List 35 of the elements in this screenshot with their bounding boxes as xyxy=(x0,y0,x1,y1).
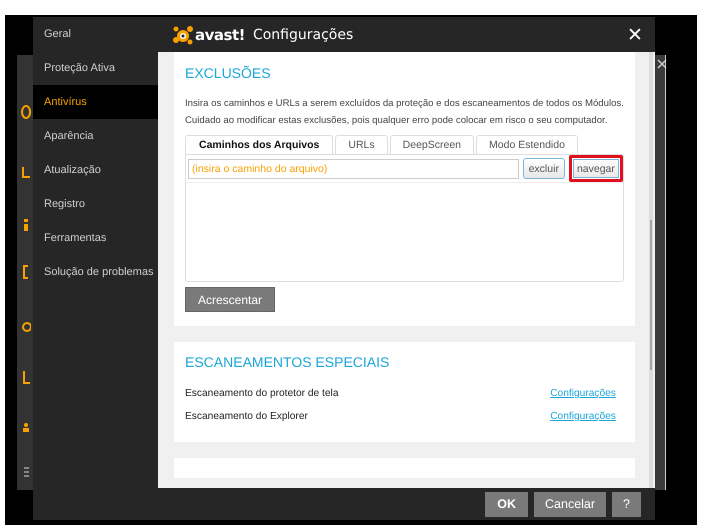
close-button[interactable]: ✕ xyxy=(623,22,647,46)
tab[interactable]: DeepScreen xyxy=(390,135,474,154)
info-icon xyxy=(21,218,31,232)
exclusions-list[interactable]: (insira o caminho do arquivo) excluir navegar xyxy=(185,154,624,282)
sidebar-item[interactable]: Proteção Ativa xyxy=(33,51,158,85)
close-icon[interactable] xyxy=(657,59,667,69)
sidebar-item[interactable]: Aparência xyxy=(33,119,158,153)
logo-icon xyxy=(172,24,194,44)
help-button[interactable]: ? xyxy=(612,492,641,516)
ok-button[interactable]: OK xyxy=(485,492,528,516)
exclude-button[interactable]: excluir xyxy=(522,158,565,179)
scan-label: Escaneamento do protetor de tela xyxy=(185,388,338,399)
tab[interactable]: Modo Estendido xyxy=(476,135,578,154)
tab[interactable]: Caminhos dos Arquivos xyxy=(185,135,334,154)
sidebar-item[interactable]: Geral xyxy=(33,17,158,51)
sidebar-item[interactable]: Antivírus xyxy=(33,85,158,119)
logo-text: avast! xyxy=(195,26,245,44)
browse-button[interactable]: navegar xyxy=(568,155,623,182)
cancel-button[interactable]: Cancelar xyxy=(534,492,606,516)
people-icon xyxy=(21,420,31,434)
sidebar-item[interactable]: Ferramentas xyxy=(33,221,158,255)
sidebar-item[interactable]: Registro xyxy=(33,187,158,221)
description-text: Insira os caminhos e URLs a serem excluídos da proteção e dos escaneamentos de todos os Módulos. xyxy=(185,97,624,111)
tab[interactable]: URLs xyxy=(335,135,388,154)
menu-icon xyxy=(21,465,31,479)
description-text: Cuidado ao modificar estas exclusões, pois qualquer erro pode colocar em risco o seu computador. xyxy=(185,114,608,128)
section-title: EXCLUSÕES xyxy=(185,65,272,81)
add-button[interactable]: Acrescentar xyxy=(185,287,276,312)
window-title: Configurações xyxy=(252,26,354,42)
scan-label: Escaneamento do Explorer xyxy=(185,411,308,422)
path-input-field[interactable]: (insira o caminho do arquivo) xyxy=(188,158,519,178)
sidebar-item[interactable]: Atualização xyxy=(33,153,158,187)
sidebar-item[interactable]: Solução de problemas xyxy=(33,255,158,289)
scrollbar[interactable] xyxy=(648,52,653,488)
section-title: ESCANEAMENTOS ESPECIAIS xyxy=(185,354,390,370)
